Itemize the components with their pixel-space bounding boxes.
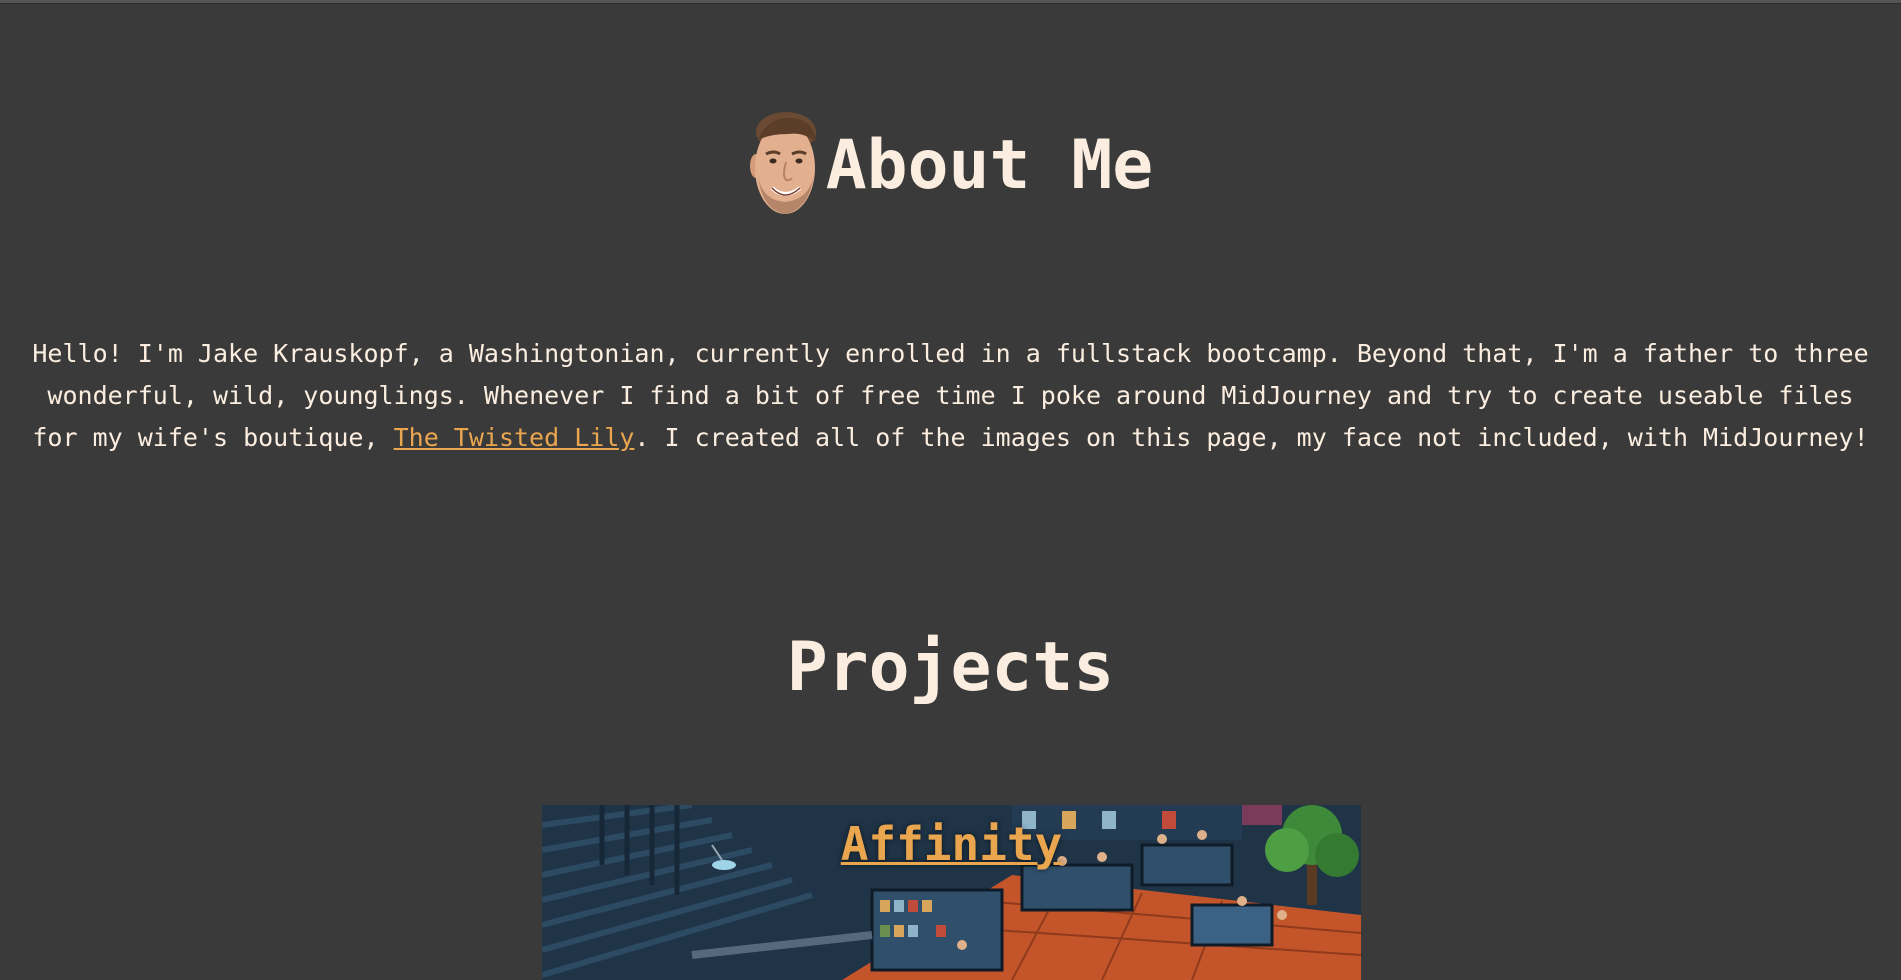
intro-text-after-link: . I created all of the images on this pa… <box>634 423 1869 452</box>
projects-heading: Projects <box>786 628 1115 707</box>
twisted-lily-link[interactable]: The Twisted Lily <box>394 423 635 452</box>
avatar <box>749 112 816 214</box>
about-heading: About Me <box>0 108 1901 224</box>
about-intro-text: Hello! I'm Jake Krauskopf, a Washingtoni… <box>22 333 1879 459</box>
project-card-affinity[interactable]: Affinity <box>542 805 1361 980</box>
page-title: About Me <box>825 126 1154 205</box>
project-title-affinity[interactable]: Affinity <box>542 819 1361 869</box>
top-border <box>0 0 1901 4</box>
